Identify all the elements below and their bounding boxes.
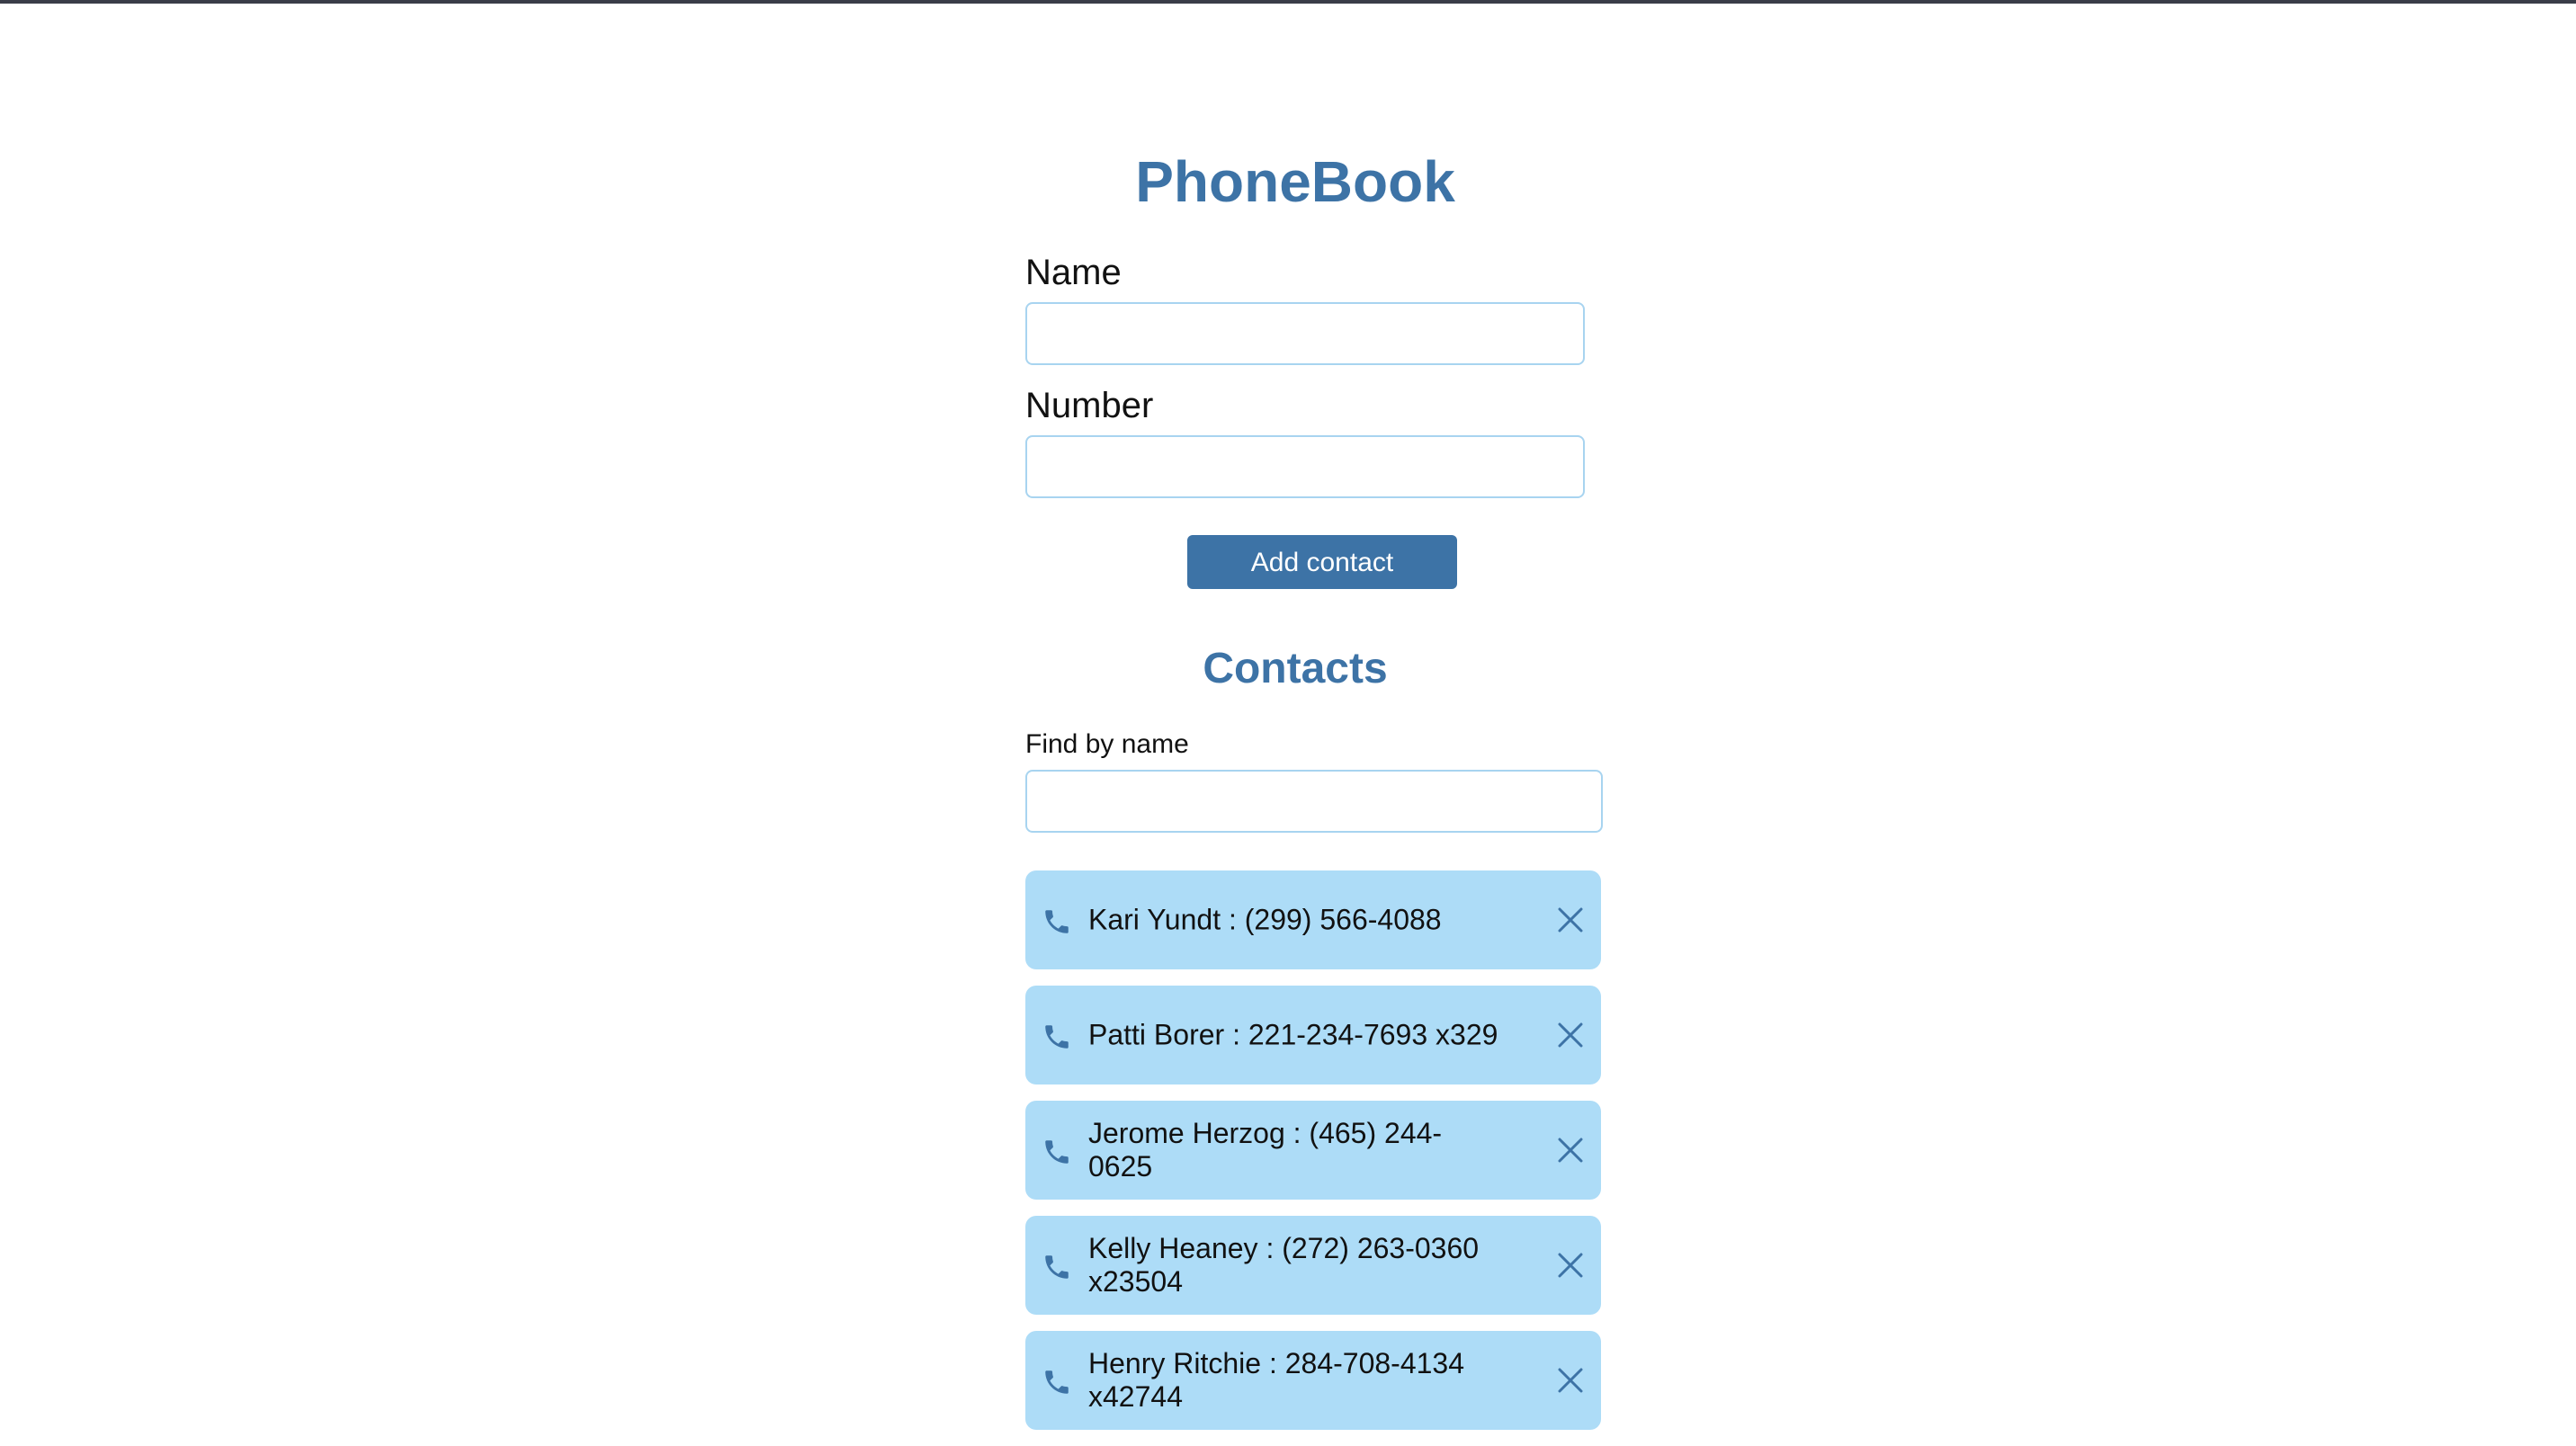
filter-input[interactable] [1025,770,1603,833]
contact-item: Kelly Heaney : (272) 263-0360 x23504 [1025,1216,1601,1315]
close-icon [1558,1253,1583,1278]
delete-contact-button[interactable] [1554,1364,1587,1397]
contact-text: Kari Yundt : (299) 566-4088 [1088,903,1442,936]
phone-icon [1042,1252,1072,1282]
browser-top-border [0,0,2576,4]
contact-item: Henry Ritchie : 284-708-4134 x42744 [1025,1331,1601,1430]
name-label: Name [1025,253,1122,292]
contacts-heading: Contacts [1203,645,1388,692]
contact-item: Jerome Herzog : (465) 244-0625 [1025,1101,1601,1200]
close-icon [1558,907,1583,933]
close-icon [1558,1368,1583,1393]
contact-list: Kari Yundt : (299) 566-4088 Patti Borer … [1025,870,1601,1446]
add-contact-button[interactable]: Add contact [1187,535,1457,589]
contact-text: Jerome Herzog : (465) 244-0625 [1088,1117,1443,1183]
phone-icon [1042,1137,1072,1167]
contact-item: Kari Yundt : (299) 566-4088 [1025,870,1601,969]
filter-label: Find by name [1025,729,1189,759]
number-label: Number [1025,386,1154,425]
name-input[interactable] [1025,302,1585,365]
contact-text: Patti Borer : 221-234-7693 x329 [1088,1018,1498,1051]
phone-icon [1042,1022,1072,1052]
phone-icon [1042,1367,1072,1397]
contact-text: Kelly Heaney : (272) 263-0360 x23504 [1088,1232,1480,1298]
delete-contact-button[interactable] [1554,1249,1587,1281]
contact-text: Henry Ritchie : 284-708-4134 x42744 [1088,1347,1465,1413]
number-input[interactable] [1025,435,1585,498]
contact-item: Patti Borer : 221-234-7693 x329 [1025,986,1601,1084]
phone-icon [1042,906,1072,937]
close-icon [1558,1022,1583,1048]
delete-contact-button[interactable] [1554,904,1587,936]
close-icon [1558,1138,1583,1163]
delete-contact-button[interactable] [1554,1134,1587,1166]
page-title: PhoneBook [1135,149,1455,214]
delete-contact-button[interactable] [1554,1019,1587,1051]
